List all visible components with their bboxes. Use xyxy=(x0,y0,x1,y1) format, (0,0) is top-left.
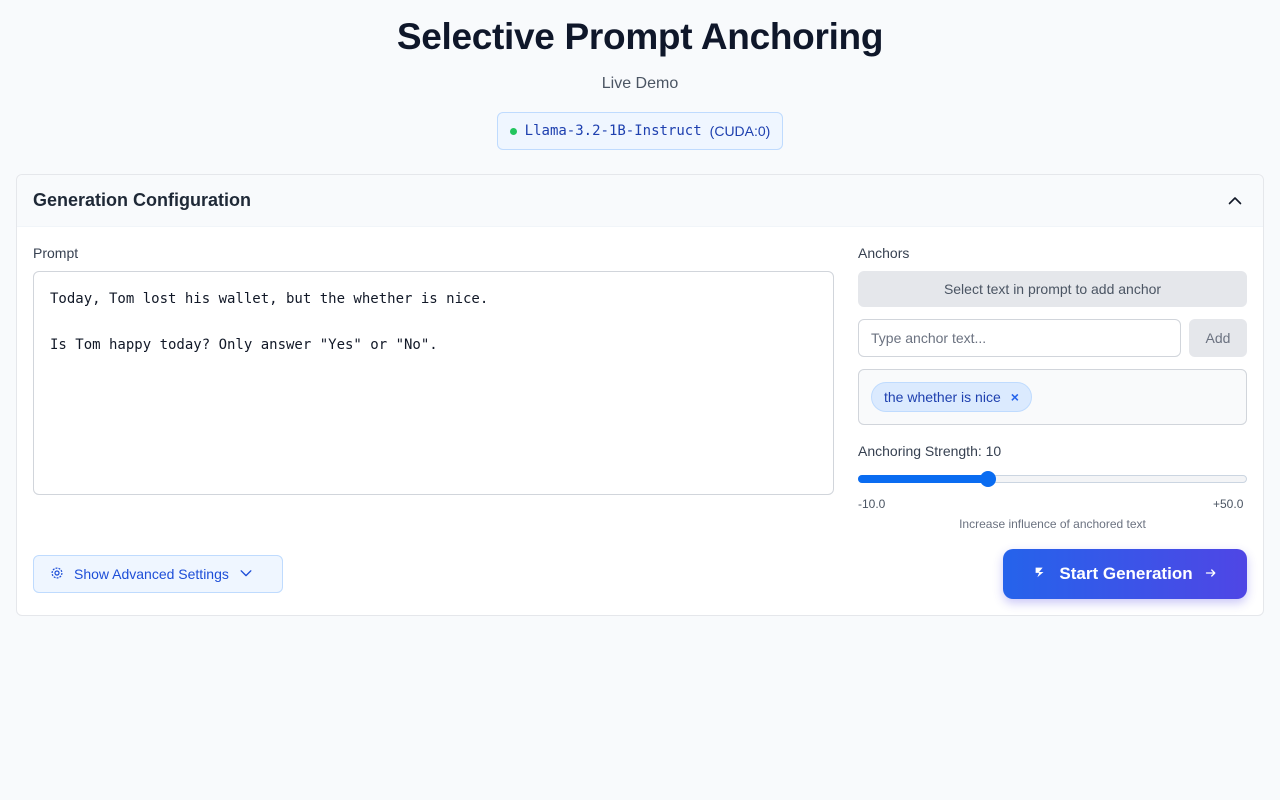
select-anchor-button[interactable]: Select text in prompt to add anchor xyxy=(858,271,1247,307)
anchor-text-input[interactable] xyxy=(858,319,1181,357)
gear-icon xyxy=(50,566,64,583)
model-badge: Llama-3.2-1B-Instruct (CUDA:0) xyxy=(496,112,784,150)
slider-thumb[interactable] xyxy=(979,471,996,487)
prompt-label: Prompt xyxy=(33,245,79,261)
anchor-chip-label: the whether is nice xyxy=(884,389,1001,405)
anchors-label: Anchors xyxy=(858,245,910,261)
add-anchor-button[interactable]: Add xyxy=(1189,319,1247,357)
arrow-right-icon xyxy=(1205,564,1217,584)
anchor-list: the whether is nice × xyxy=(858,369,1247,425)
anchor-chip: the whether is nice × xyxy=(871,382,1032,412)
strength-hint: Increase influence of anchored text xyxy=(959,517,1146,531)
model-name: Llama-3.2-1B-Instruct xyxy=(524,123,702,139)
slider-fill xyxy=(858,475,988,483)
start-generation-button[interactable]: Start Generation xyxy=(1003,549,1247,599)
model-device: (CUDA:0) xyxy=(709,123,771,139)
chevron-down-icon xyxy=(239,566,253,583)
spark-icon xyxy=(1033,564,1047,584)
panel-header[interactable]: Generation Configuration xyxy=(17,175,1263,227)
show-advanced-settings-button[interactable]: Show Advanced Settings xyxy=(33,555,283,593)
slider-max-label: +50.0 xyxy=(1213,497,1244,511)
page-subtitle: Live Demo xyxy=(601,75,679,92)
slider-min-label: -10.0 xyxy=(858,497,886,511)
advanced-settings-label: Show Advanced Settings xyxy=(74,566,229,582)
page-title: Selective Prompt Anchoring xyxy=(396,16,884,57)
prompt-textarea[interactable] xyxy=(33,271,834,495)
status-dot-icon xyxy=(509,127,517,135)
strength-label: Anchoring Strength: 10 xyxy=(858,443,1002,459)
panel-title: Generation Configuration xyxy=(33,190,251,210)
start-generation-label: Start Generation xyxy=(1059,564,1193,583)
generation-config-panel: Generation Configuration Prompt Anchors … xyxy=(16,174,1264,616)
page-header: Selective Prompt Anchoring Live Demo Lla… xyxy=(0,0,1280,150)
strength-slider[interactable] xyxy=(858,471,1247,487)
close-icon[interactable]: × xyxy=(1011,390,1019,404)
chevron-up-icon[interactable] xyxy=(1223,189,1247,213)
